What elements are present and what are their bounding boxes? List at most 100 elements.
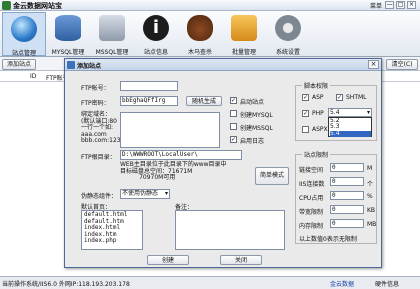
limit-label: 链接空间	[299, 167, 324, 174]
php-version-dropdown[interactable]: 5.2 5.3 5.4	[328, 117, 372, 137]
list-item: index.php	[84, 237, 117, 244]
pseudo-static-value: 不使用伪静态	[122, 190, 159, 197]
gear-icon	[275, 15, 301, 41]
ftp-root-label: FTP根目录：	[81, 154, 116, 161]
script-permission-group: 脚本权限 ✓ ASP ✓ SHTML ✓ PHP 5.4 ▾ 5.2 5.3 5…	[295, 81, 377, 141]
site-limit-group: 站点限制 链接空间 0 M IIS连接数 0 个 CPU占用 0 % 带宽限制 …	[295, 150, 377, 244]
limit-label: CPU占用	[299, 195, 324, 202]
limit-unit: KB	[367, 207, 376, 214]
server-icon	[99, 15, 125, 41]
bind-domain-textarea[interactable]	[120, 112, 220, 148]
limit-iis-input[interactable]: 0	[330, 177, 364, 186]
pseudo-static-label: 伪静态组件：	[81, 193, 118, 200]
limit-space-input[interactable]: 0	[330, 163, 364, 172]
start-site-checkbox[interactable]: ✓	[230, 97, 237, 104]
tool-label: 站点管理	[11, 50, 36, 57]
clear-button[interactable]: 清空(C)	[386, 59, 418, 70]
enable-log-checkbox[interactable]: ✓	[230, 136, 237, 143]
asp-checkbox[interactable]: ✓	[302, 94, 309, 101]
tool-site-manage[interactable]: 站点管理	[2, 12, 46, 57]
dialog-close-button[interactable]: ×	[368, 60, 379, 69]
status-hardware-link[interactable]: 硬件信息	[375, 279, 399, 288]
enable-log-label: 启用日志	[240, 138, 265, 145]
close-button[interactable]: ×	[407, 1, 416, 9]
minimize-button[interactable]: —	[385, 1, 394, 9]
main-toolbar: 站点管理 MYSQL管理 MSSQL管理 i 站点信息 木马查杀 批量管理 系统…	[0, 11, 420, 57]
limit-unit: M	[367, 165, 373, 172]
limit-unit: 个	[367, 181, 374, 188]
default-home-list[interactable]: default.html default.htm index.html index.h…	[81, 210, 143, 250]
cart-icon	[231, 15, 257, 41]
bull-icon	[187, 15, 213, 41]
title-bar: 金云数据网站宝 菜单 — □ ×	[0, 0, 420, 11]
add-site-button[interactable]: 添加站点	[2, 59, 36, 70]
limit-label: 带宽限制	[299, 209, 324, 216]
menu-button[interactable]: 菜单	[370, 1, 382, 10]
limit-note: 以上数值0表示无限制	[299, 236, 357, 243]
create-mssql-label: 创建MSSQL	[240, 125, 273, 132]
start-site-label: 启动站点	[240, 99, 265, 106]
limit-bandwidth-input[interactable]: 0	[330, 205, 364, 214]
php-version-select[interactable]: 5.4 ▾	[328, 108, 372, 117]
limit-unit: MB	[367, 221, 377, 228]
php-version-value: 5.4	[330, 109, 340, 116]
tool-settings[interactable]: 系统设置	[266, 12, 310, 56]
ftp-account-input[interactable]	[120, 81, 178, 91]
random-generate-button[interactable]: 随机生成	[186, 96, 222, 106]
database-icon	[55, 15, 81, 41]
simple-mode-button[interactable]: 简单模式	[255, 167, 289, 185]
asp-label: ASP	[312, 94, 324, 101]
site-limit-title: 站点限制	[302, 150, 331, 159]
aspx-label: ASPX	[312, 126, 328, 133]
column-id[interactable]: ID	[30, 73, 36, 80]
dialog-title: 添加站点	[77, 63, 102, 70]
script-permission-title: 脚本权限	[302, 81, 331, 90]
tool-label: 木马查杀	[187, 49, 212, 56]
create-mysql-checkbox[interactable]	[230, 110, 237, 117]
remark-textarea[interactable]	[175, 210, 285, 250]
php-checkbox[interactable]: ✓	[302, 110, 309, 117]
php-label: PHP	[312, 110, 324, 117]
tool-label: MSSQL管理	[95, 49, 129, 56]
status-system: 当前操作系统/IIS6.0 外网IP:118.193.203.178	[2, 281, 130, 288]
tool-label: 站点信息	[143, 49, 168, 56]
create-mssql-checkbox[interactable]	[230, 123, 237, 130]
create-mysql-label: 创建MYSQL	[240, 112, 273, 119]
dialog-title-bar: 添加站点 ×	[65, 59, 381, 71]
dialog-close-text-button[interactable]: 关闭	[220, 255, 262, 265]
limit-memory-input[interactable]: 0	[330, 219, 364, 228]
app-icon	[2, 1, 11, 10]
pseudo-static-select[interactable]: 不使用伪静态 ▾	[120, 189, 170, 199]
add-site-dialog: 添加站点 × FTP帐号： FTP密码： bbEghaQFfIrg 随机生成 绑…	[64, 58, 382, 268]
limit-label: IIS连接数	[299, 181, 325, 188]
window-title: 金云数据网站宝	[13, 2, 62, 10]
tool-batch[interactable]: 批量管理	[222, 12, 266, 56]
create-button[interactable]: 创建	[147, 255, 189, 265]
ftp-account-label: FTP帐号：	[81, 85, 110, 92]
maximize-button[interactable]: □	[396, 1, 405, 9]
disk-info-text: WEB主目录位于此目录下的www目录中 目标磁盘总空间：71671M 70970…	[120, 161, 227, 181]
aspx-checkbox[interactable]	[302, 126, 309, 133]
status-bar: 当前操作系统/IIS6.0 外网IP:118.193.203.178 金云数据 …	[0, 276, 420, 289]
tool-label: 批量管理	[231, 49, 256, 56]
limit-cpu-input[interactable]: 0	[330, 191, 364, 200]
dropdown-option-selected[interactable]: 5.4	[330, 130, 371, 137]
chevron-down-icon: ▾	[164, 190, 168, 197]
tool-site-info[interactable]: i 站点信息	[134, 12, 178, 56]
ftp-root-input[interactable]: D:\WWWROOT\LocalUser\	[120, 150, 242, 160]
tool-mssql[interactable]: MSSQL管理	[90, 12, 134, 56]
status-brand-link[interactable]: 金云数据	[330, 279, 354, 288]
ftp-password-label: FTP密码：	[81, 100, 110, 107]
tool-mysql[interactable]: MYSQL管理	[46, 12, 90, 56]
ftp-password-input[interactable]: bbEghaQFfIrg	[120, 96, 178, 106]
tool-label: MYSQL管理	[51, 49, 85, 56]
tool-trojan-scan[interactable]: 木马查杀	[178, 12, 222, 56]
chevron-down-icon: ▾	[366, 109, 370, 116]
shtml-label: SHTML	[346, 94, 367, 101]
dialog-icon	[67, 61, 75, 69]
tool-label: 系统设置	[275, 49, 300, 56]
limit-label: 内存限制	[299, 223, 324, 230]
info-icon: i	[143, 15, 169, 41]
shtml-checkbox[interactable]: ✓	[336, 94, 343, 101]
bind-domain-label: 绑定域名： (默认端口:80 一行一个如: aaa.com bbb.com:12…	[81, 111, 123, 144]
